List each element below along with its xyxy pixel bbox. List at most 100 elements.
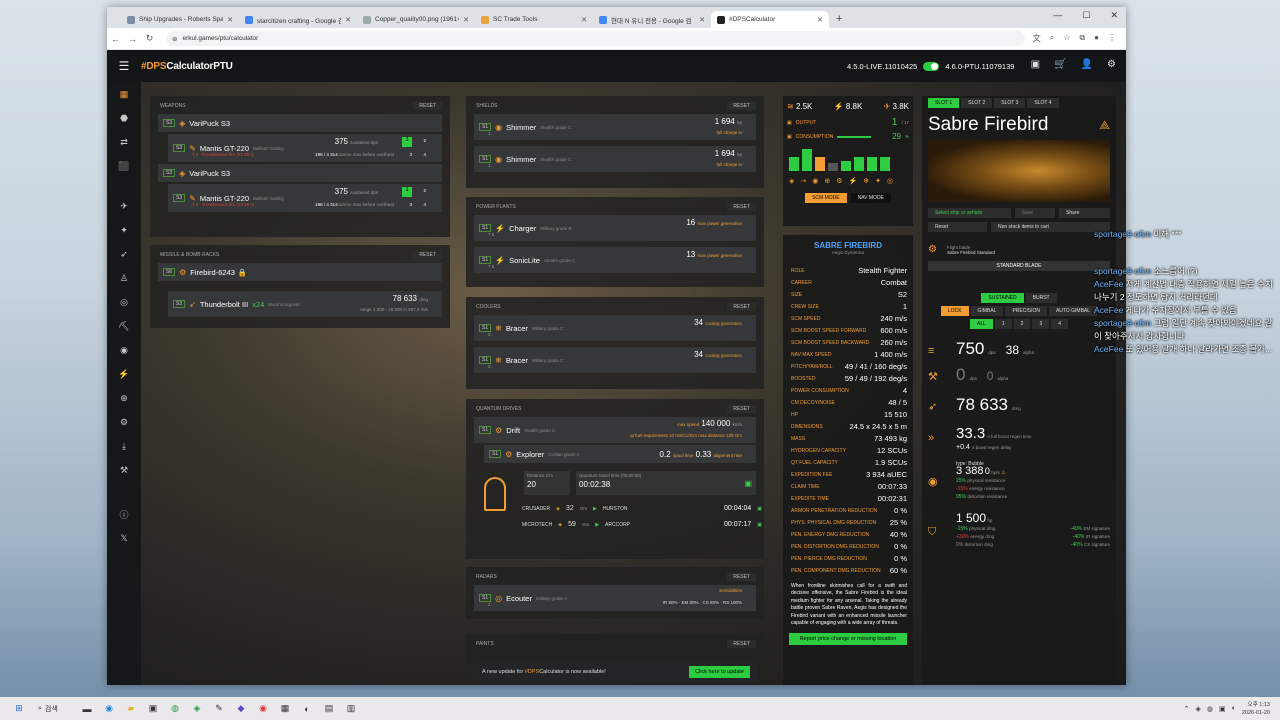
sidebar-radar-icon[interactable]: ◎ [107, 290, 141, 314]
sidebar-target-icon[interactable]: ⊕ [107, 386, 141, 410]
quantum-reset-button[interactable]: RESET [727, 405, 756, 413]
tab-close-icon[interactable]: ✕ [345, 16, 351, 24]
auto-gimbal-button[interactable]: AUTO GIMBAL [1048, 306, 1098, 316]
tray-app-icon[interactable]: ◐ [1232, 705, 1236, 712]
add-to-cart-button[interactable]: Non stock items to cart [991, 222, 1110, 232]
sidebar-missile-icon[interactable]: ➶ [107, 242, 141, 266]
reset-loadout-button[interactable]: Reset [928, 222, 987, 232]
shield-slot[interactable]: S1 ◉ Shimmer Stealth grade C1 694 hp full ch… [474, 114, 756, 140]
filter-2[interactable]: 2 [1013, 319, 1031, 329]
weapon-mount[interactable]: S3 ◈ VariPuck S3 [158, 114, 442, 132]
gimbal-lock-button[interactable]: LOCK [940, 306, 969, 316]
filter-all[interactable]: ALL [969, 319, 993, 329]
sidebar-calculator-icon[interactable]: ▦ [107, 82, 141, 106]
taskbar-app-icon[interactable]: ▦ [274, 703, 296, 714]
sidebar-weapon-icon[interactable]: ✦ [107, 218, 141, 242]
group-1-badge[interactable]: 1 [402, 187, 412, 197]
taskbar-app-icon[interactable]: ▥ [340, 703, 362, 714]
nav-mode-button[interactable]: NAV MODE [850, 193, 891, 203]
tab-close-icon[interactable]: ✕ [227, 16, 233, 24]
site-info-icon[interactable]: ⊜ [172, 35, 177, 43]
task-view-icon[interactable]: ▬ [76, 704, 98, 714]
missile-rack[interactable]: S6 ⚙ Firebird-6243 🔒 [158, 263, 442, 281]
user-icon[interactable]: 👤 [1081, 59, 1093, 70]
cooler-slot[interactable]: S1 ❄ Bracer Military grade C 34 cooling gene… [474, 315, 756, 341]
radar-slot[interactable]: S1 ◎ Ecouter Military grade Asensibilities I… [474, 585, 756, 611]
tray-app-icon[interactable]: ◍ [1207, 705, 1213, 713]
close-window-icon[interactable]: ✕ [1110, 10, 1118, 21]
browser-tab[interactable]: starcitizen crafting - Google 검 ✕ [239, 11, 357, 28]
hamburger-menu-icon[interactable]: ☰ [107, 59, 141, 73]
app-logo[interactable]: #DPSCalculatorPTU [141, 61, 233, 72]
sidebar-download-icon[interactable]: ⤓ [107, 434, 141, 458]
taskbar-app-icon[interactable]: ▤ [318, 703, 340, 714]
profile-icon[interactable]: ● [1094, 33, 1099, 44]
filter-1[interactable]: 1 [994, 319, 1012, 329]
power-reset-button[interactable]: RESET [727, 203, 756, 211]
save-button[interactable]: Save [1014, 208, 1056, 218]
shields-reset-button[interactable]: RESET [727, 102, 756, 110]
sidebar-gear-icon[interactable]: ⚙ [107, 410, 141, 434]
sidebar-ranking-icon[interactable]: ⬛ [107, 154, 141, 178]
extensions-icon[interactable]: ⧉ [1079, 33, 1085, 44]
precision-button[interactable]: PRECISION [1005, 306, 1047, 316]
forward-arrow-icon[interactable]: → [124, 34, 141, 44]
filter-4[interactable]: 4 [1051, 319, 1069, 329]
browser-tab[interactable]: SC Trade Tools ✕ [475, 11, 593, 28]
filter-3[interactable]: 3 [1032, 319, 1050, 329]
zoom-icon[interactable]: ⌕ [1050, 33, 1054, 44]
missile-slot[interactable]: S3 ➶ Thunderbolt III x24 Electromagnetic 78 … [168, 291, 442, 317]
radars-reset-button[interactable]: RESET [727, 573, 756, 581]
taskbar-app-icon[interactable]: ◈ [186, 703, 208, 714]
taskbar-search[interactable]: ⌕ 검색 [30, 704, 76, 714]
sidebar-info-icon[interactable]: ⓘ [107, 502, 141, 526]
browser-tab[interactable]: 현대 N 유니 전용 - Google 검 ✕ [593, 11, 711, 28]
cooler-slot[interactable]: S1 ❄ Bracer Military grade C 34 cooling gene… [474, 347, 756, 373]
quantum-alt-slot[interactable]: S1 ⚙ Explorer Civilian grade A 0.2 spool tim… [484, 445, 756, 463]
slot-tab[interactable]: SLOT 3 [994, 98, 1026, 108]
sidebar-person-icon[interactable]: ♙ [107, 266, 141, 290]
sidebar-compare-icon[interactable]: ⇄ [107, 130, 141, 154]
select-ship-button[interactable]: Select ship or vehicle [928, 208, 1011, 218]
route-row[interactable]: MICROTECH ◈ 59 Gm ▶ ARCCORP 00:07:17 ▣ [522, 521, 762, 528]
maximize-icon[interactable]: ☐ [1082, 10, 1090, 21]
route-row[interactable]: CRUSADER ◈ 32 Gm ▶ HURSTON 00:04:04 ▣ [522, 505, 762, 512]
power-slot[interactable]: S1 ⚡ SonicLite Stealth grade C 13 max power … [474, 247, 756, 273]
sidebar-mining-icon[interactable]: ⛏ [107, 314, 141, 338]
weapon-slot[interactable]: S3 ✎ Mantis GT-220 Ballistic Gatling 375 su… [168, 134, 442, 162]
new-tab-plus-icon[interactable]: + [829, 13, 849, 28]
translate-icon[interactable]: 文 [1033, 33, 1041, 44]
cart-icon[interactable]: 🛒 [1054, 59, 1066, 70]
tab-close-icon[interactable]: ✕ [817, 16, 823, 24]
paints-reset-button[interactable]: RESET [727, 640, 756, 648]
missiles-reset-button[interactable]: RESET [413, 251, 442, 259]
gimbal-button[interactable]: GIMBAL [970, 306, 1004, 316]
sidebar-ship-icon[interactable]: ⬣ [107, 106, 141, 130]
browser-tab[interactable]: Ship Upgrades - Roberts Spac ✕ [121, 11, 239, 28]
power-allocation-bars[interactable] [783, 145, 913, 175]
flight-blade-selector[interactable]: ⚙ Flight blade Sabre Firebird Standard [922, 234, 1116, 259]
slot-tab[interactable]: SLOT 2 [961, 98, 993, 108]
settings-gear-icon[interactable]: ⚙ [1107, 59, 1116, 70]
sidebar-x-social-icon[interactable]: 𝕏 [107, 526, 141, 550]
coolers-reset-button[interactable]: RESET [727, 303, 756, 311]
sidebar-tool-icon[interactable]: ⚒ [107, 458, 141, 482]
taskbar-app-icon[interactable]: ◉ [252, 703, 274, 714]
sidebar-fighter-icon[interactable]: ✈ [107, 194, 141, 218]
back-arrow-icon[interactable]: ← [107, 34, 124, 44]
tray-app-icon[interactable]: ◈ [1196, 705, 1201, 713]
burst-button[interactable]: BURST [1025, 293, 1057, 303]
tab-close-icon[interactable]: ✕ [463, 16, 469, 24]
weapons-reset-button[interactable]: RESET [413, 102, 442, 110]
tray-chevron-icon[interactable]: ⌃ [1184, 705, 1190, 713]
bookmark-star-icon[interactable]: ☆ [1063, 33, 1070, 44]
report-price-button[interactable]: Report price change or missing location [789, 633, 907, 646]
taskbar-app-icon[interactable]: ◆ [230, 703, 252, 714]
share-button[interactable]: Share [1059, 208, 1110, 218]
update-button[interactable]: Click here to update [689, 666, 750, 678]
quantum-slot[interactable]: S1 ⚙ Drift Stealth grade Cmax speed 140 000… [474, 417, 756, 443]
notifications-bell-icon[interactable]: ▣ [1031, 59, 1040, 70]
chrome-icon[interactable]: ◍ [164, 703, 186, 714]
weapon-slot[interactable]: S3 ✎ Mantis GT-220 Ballistic Gatling 375 su… [168, 184, 442, 212]
sidebar-shield-icon[interactable]: ◉ [107, 338, 141, 362]
